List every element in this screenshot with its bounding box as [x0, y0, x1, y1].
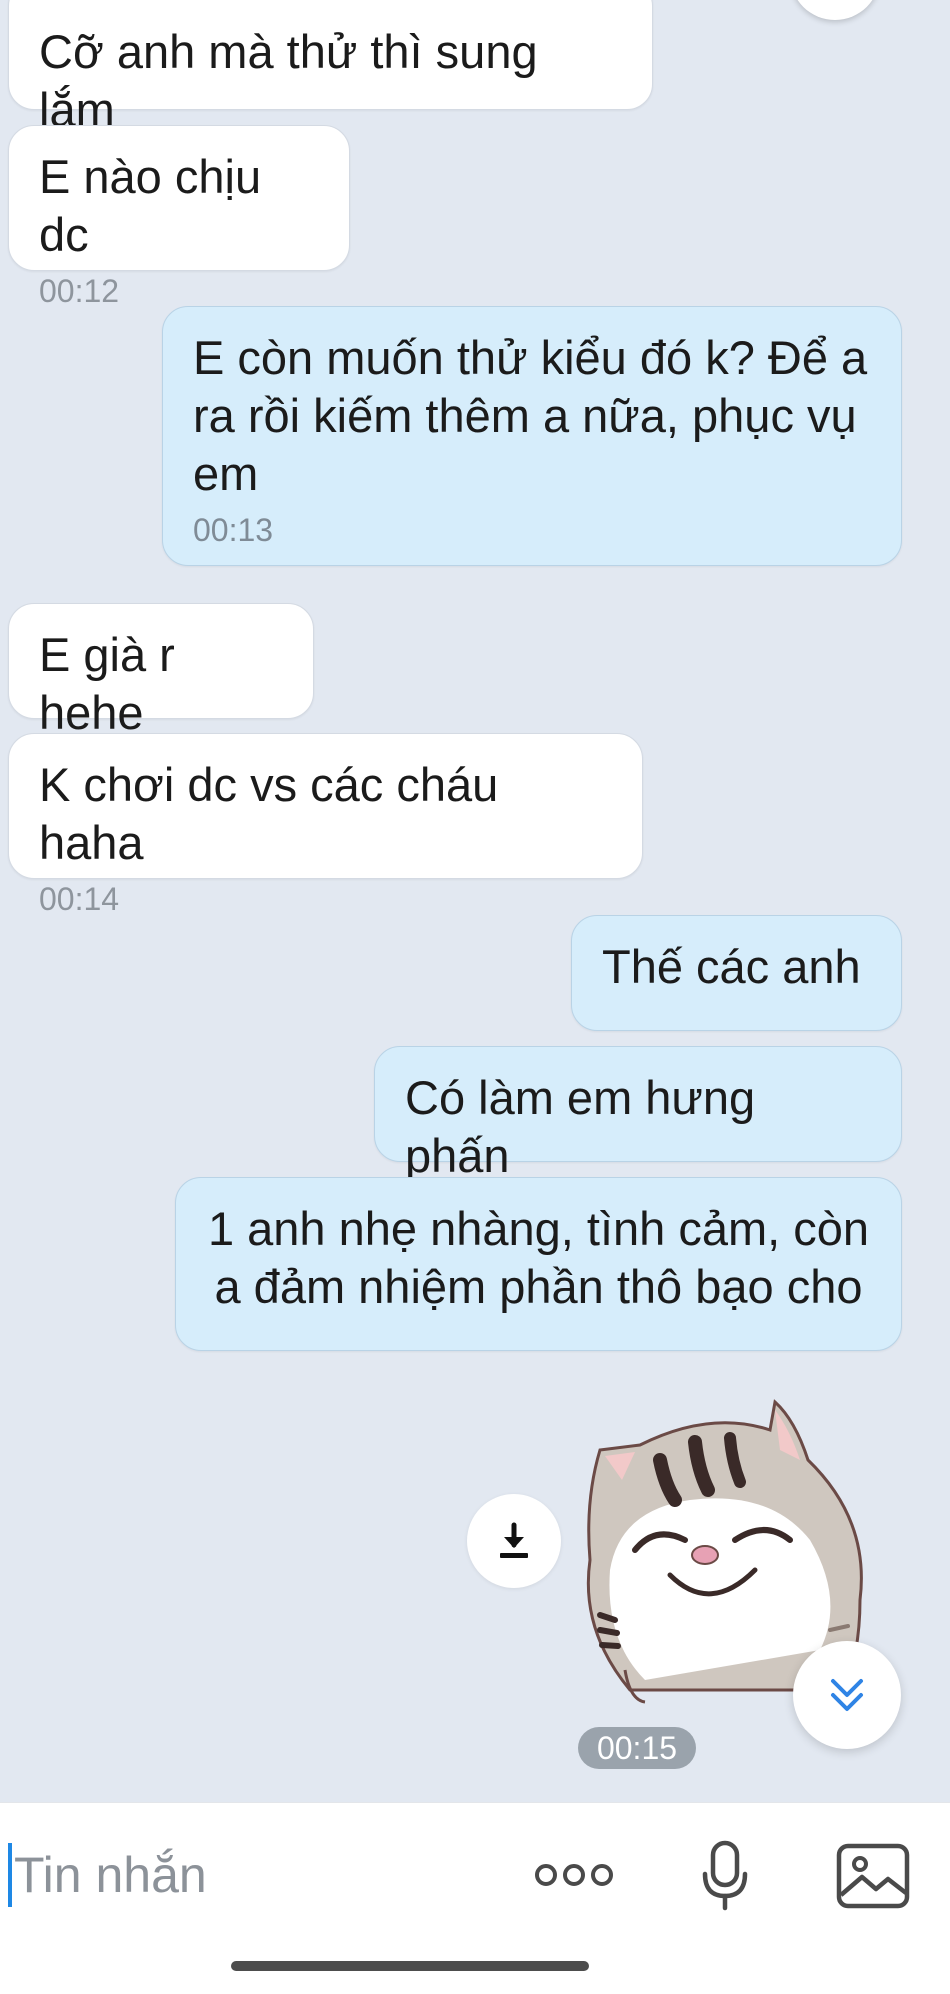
- message-text: K chơi dc vs các cháu haha: [39, 758, 499, 869]
- download-icon: [500, 1522, 528, 1558]
- message-incoming[interactable]: E nào chịu dc 00:12: [8, 125, 350, 309]
- microphone-icon: [702, 1840, 748, 1911]
- message-text: Thế các anh: [602, 940, 861, 993]
- text-cursor: [8, 1843, 12, 1907]
- message-incoming[interactable]: K chơi dc vs các cháu haha 00:14: [8, 733, 643, 917]
- download-button[interactable]: [467, 1494, 561, 1588]
- scroll-to-bottom-button[interactable]: [793, 1641, 901, 1749]
- message-time: 00:13: [193, 512, 274, 548]
- sticker-time: 00:15: [578, 1727, 696, 1769]
- chevron-double-down-icon: [831, 1679, 863, 1711]
- message-outgoing[interactable]: Có làm em hưng phấn: [374, 1046, 902, 1182]
- more-icon: [535, 1864, 613, 1886]
- more-button[interactable]: [527, 1847, 621, 1903]
- message-outgoing[interactable]: 1 anh nhẹ nhàng, tình cảm, còn a đảm nhi…: [175, 1177, 902, 1351]
- image-button[interactable]: [832, 1835, 914, 1917]
- message-time: 00:12: [39, 273, 120, 309]
- scroll-top-button[interactable]: [790, 0, 880, 20]
- image-icon: [836, 1843, 910, 1909]
- message-time: 00:14: [39, 881, 120, 917]
- message-text: Có làm em hưng phấn: [405, 1071, 756, 1182]
- home-indicator[interactable]: [231, 1961, 589, 1971]
- message-input-wrapper[interactable]: [8, 1837, 508, 1913]
- message-text: E nào chịu dc: [39, 150, 262, 261]
- message-incoming[interactable]: E già r hehe: [8, 603, 314, 739]
- chat-area[interactable]: Cỡ anh mà thử thì sung lắm E nào chịu dc…: [0, 0, 950, 1802]
- message-text: E còn muốn thử kiểu đó k? Để a ra rồi ki…: [193, 331, 868, 500]
- message-input[interactable]: [14, 1837, 504, 1913]
- message-outgoing[interactable]: E còn muốn thử kiểu đó k? Để a ra rồi ki…: [162, 306, 902, 566]
- message-text: 1 anh nhẹ nhàng, tình cảm, còn a đảm nhi…: [207, 1202, 870, 1313]
- message-text: E già r hehe: [39, 628, 175, 739]
- message-incoming[interactable]: Cỡ anh mà thử thì sung lắm: [8, 0, 653, 136]
- message-composer: [0, 1802, 950, 1994]
- voice-button[interactable]: [690, 1833, 760, 1919]
- message-text: Cỡ anh mà thử thì sung lắm: [39, 25, 538, 136]
- message-outgoing[interactable]: Thế các anh: [571, 915, 902, 1031]
